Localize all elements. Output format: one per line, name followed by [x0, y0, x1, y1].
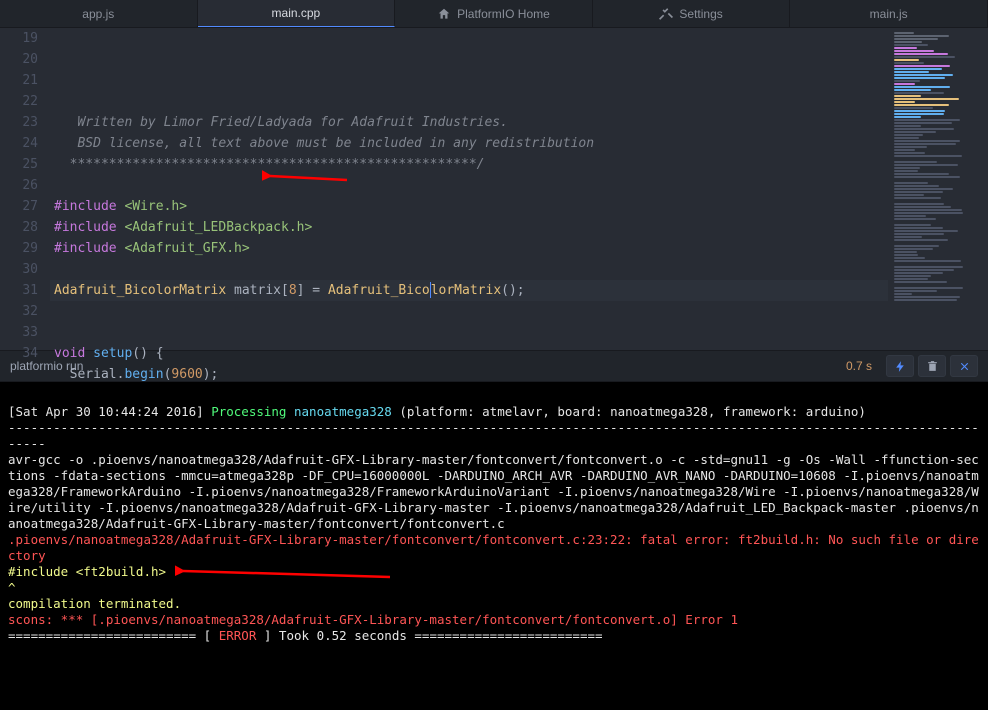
term-error-location: .pioenvs/nanoatmega328/Adafruit-GFX-Libr… [8, 532, 979, 563]
term-timestamp: [Sat Apr 30 10:44:24 2016] [8, 404, 211, 419]
line-gutter: 19202122232425262728293031323334 [0, 28, 50, 350]
term-env-details: (platform: atmelavr, board: nanoatmega32… [392, 404, 866, 419]
trash-icon [926, 360, 939, 373]
tab-main-cpp[interactable]: main.cpp [198, 0, 396, 27]
term-env: nanoatmega328 [294, 404, 392, 419]
code-line[interactable]: #include <Adafruit_GFX.h> [50, 238, 888, 259]
term-error-caret: ^ [8, 580, 16, 595]
term-dashes: ----------------------------------------… [8, 420, 979, 451]
close-icon [958, 360, 971, 373]
tab-settings[interactable]: Settings [593, 0, 791, 27]
term-gcc-cmd: avr-gcc -o .pioenvs/nanoatmega328/Adafru… [8, 452, 979, 531]
term-footer-error: ERROR [219, 628, 257, 643]
lightning-icon [894, 360, 907, 373]
minimap[interactable] [888, 28, 988, 350]
term-error-include: #include <ft2build.h> [8, 564, 166, 579]
term-footer-post: ] Took 0.52 seconds ====================… [256, 628, 602, 643]
code-line[interactable]: Adafruit_BicolorMatrix matrix[8] = Adafr… [50, 280, 888, 301]
tab-label: app.js [82, 7, 114, 21]
code-line[interactable] [50, 175, 888, 196]
close-button[interactable] [950, 355, 978, 377]
tab-app-js[interactable]: app.js [0, 0, 198, 27]
tab-main-js[interactable]: main.js [790, 0, 988, 27]
code-line[interactable]: ****************************************… [50, 154, 888, 175]
code-line[interactable]: #include <Wire.h> [50, 196, 888, 217]
code-line[interactable]: BSD license, all text above must be incl… [50, 133, 888, 154]
tab-label: main.js [870, 7, 908, 21]
home-icon [437, 7, 451, 21]
code-area[interactable]: Written by Limor Fried/Ladyada for Adafr… [50, 28, 888, 350]
code-line[interactable] [50, 322, 888, 343]
tab-label: Settings [679, 7, 722, 21]
tab-label: PlatformIO Home [457, 7, 550, 21]
tools-icon [659, 7, 673, 21]
tab-bar: app.js main.cpp PlatformIO Home Settings… [0, 0, 988, 28]
code-line[interactable]: void setup() { [50, 343, 888, 364]
code-line[interactable]: Written by Limor Fried/Ladyada for Adafr… [50, 112, 888, 133]
annotation-arrow [175, 563, 395, 585]
terminal-output[interactable]: [Sat Apr 30 10:44:24 2016] Processing na… [0, 382, 988, 710]
code-line[interactable] [50, 301, 888, 322]
code-line[interactable] [50, 259, 888, 280]
tab-platformio-home[interactable]: PlatformIO Home [395, 0, 593, 27]
code-line[interactable]: #include <Adafruit_LEDBackpack.h> [50, 217, 888, 238]
editor[interactable]: 19202122232425262728293031323334 Written… [0, 28, 988, 350]
term-scons-error: scons: *** [.pioenvs/nanoatmega328/Adafr… [8, 612, 738, 627]
clear-button[interactable] [918, 355, 946, 377]
run-button[interactable] [886, 355, 914, 377]
term-processing: Processing [211, 404, 294, 419]
term-footer-pre: ========================= [ [8, 628, 219, 643]
tab-label: main.cpp [272, 6, 321, 20]
code-line[interactable] [50, 91, 888, 112]
term-comp-terminated: compilation terminated. [8, 596, 181, 611]
